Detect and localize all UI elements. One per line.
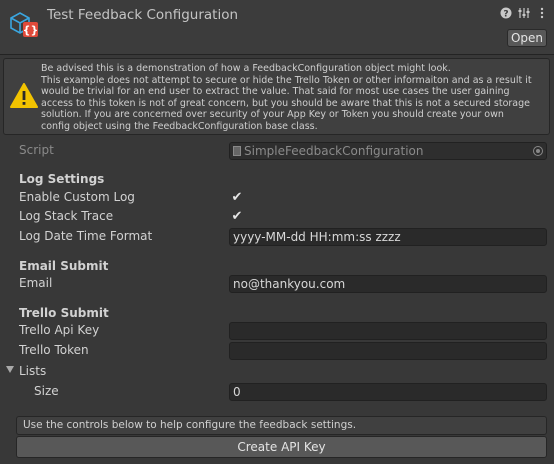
script-object-field[interactable]: SimpleFeedbackConfiguration: [229, 142, 547, 160]
lists-size-row: Size 0: [0, 382, 554, 402]
warning-line: This example does not attempt to secure …: [41, 74, 532, 86]
help-icon[interactable]: ?: [500, 7, 512, 20]
more-icon[interactable]: [536, 7, 548, 19]
script-row: Script SimpleFeedbackConfiguration: [0, 141, 554, 161]
create-api-key-button[interactable]: Create API Key: [16, 436, 547, 458]
header-tools: ?: [500, 7, 548, 20]
script-file-icon: [233, 146, 241, 156]
open-button[interactable]: Open: [507, 29, 547, 47]
svg-text:?: ?: [503, 10, 508, 20]
lists-size-input[interactable]: 0: [229, 383, 547, 401]
warning-line: would be trivial for an end user to extr…: [41, 86, 510, 97]
warning-line: solution. If you are concerned over secu…: [41, 109, 504, 120]
enable-custom-log-checkbox[interactable]: ✔: [230, 191, 244, 205]
warning-text: Be advised this is a demonstration of ho…: [41, 63, 546, 132]
log-settings-header: Log Settings: [0, 170, 554, 190]
warning-line: config object using the FeedbackConfigur…: [41, 120, 318, 132]
trello-token-row: Trello Token: [0, 341, 554, 361]
lists-foldout[interactable]: Lists: [0, 362, 554, 382]
field-label: Log Stack Trace: [19, 209, 114, 223]
inspector-title: Test Feedback Configuration: [47, 7, 239, 23]
script-label: Script: [19, 143, 54, 157]
lists-label: Lists: [19, 364, 47, 378]
scriptable-object-icon: {}: [10, 12, 39, 37]
settings-sliders-icon[interactable]: [518, 7, 530, 19]
script-value: SimpleFeedbackConfiguration: [244, 144, 424, 158]
warning-help-box: Be advised this is a demonstration of ho…: [3, 58, 550, 135]
date-format-input[interactable]: yyyy-MM-dd HH:mm:ss zzzz: [229, 228, 547, 246]
svg-text:{}: {}: [23, 24, 39, 37]
field-label: Enable Custom Log: [19, 190, 135, 204]
field-label: Trello Api Key: [19, 323, 100, 337]
section-heading: Email Submit: [19, 259, 109, 273]
warning-line: Be advised this is a demonstration of ho…: [41, 63, 451, 74]
info-message: Use the controls below to help configure…: [16, 416, 547, 435]
warning-line: access to this token is not of great con…: [41, 97, 530, 109]
inspector-header: {} Test Feedback Configuration ? Open: [0, 0, 554, 55]
field-label: Email: [19, 276, 53, 290]
email-row: Email no@thankyou.com: [0, 274, 554, 294]
log-stack-trace-checkbox[interactable]: ✔: [230, 210, 244, 224]
warning-icon: [10, 83, 38, 108]
trello-api-key-row: Trello Api Key: [0, 321, 554, 341]
section-heading: Trello Submit: [19, 306, 109, 320]
log-stack-trace-row: Log Stack Trace ✔: [0, 207, 554, 227]
enable-custom-log-row: Enable Custom Log ✔: [0, 188, 554, 208]
email-input[interactable]: no@thankyou.com: [229, 275, 547, 293]
date-format-row: Log Date Time Format yyyy-MM-dd HH:mm:ss…: [0, 227, 554, 247]
foldout-arrow-icon[interactable]: [6, 366, 14, 373]
section-heading: Log Settings: [19, 172, 105, 186]
field-label: Trello Token: [19, 343, 89, 357]
field-label: Log Date Time Format: [19, 229, 153, 243]
trello-token-input[interactable]: [229, 342, 547, 360]
trello-api-key-input[interactable]: [229, 322, 547, 340]
size-label: Size: [34, 384, 59, 398]
object-picker-icon[interactable]: [533, 146, 543, 156]
